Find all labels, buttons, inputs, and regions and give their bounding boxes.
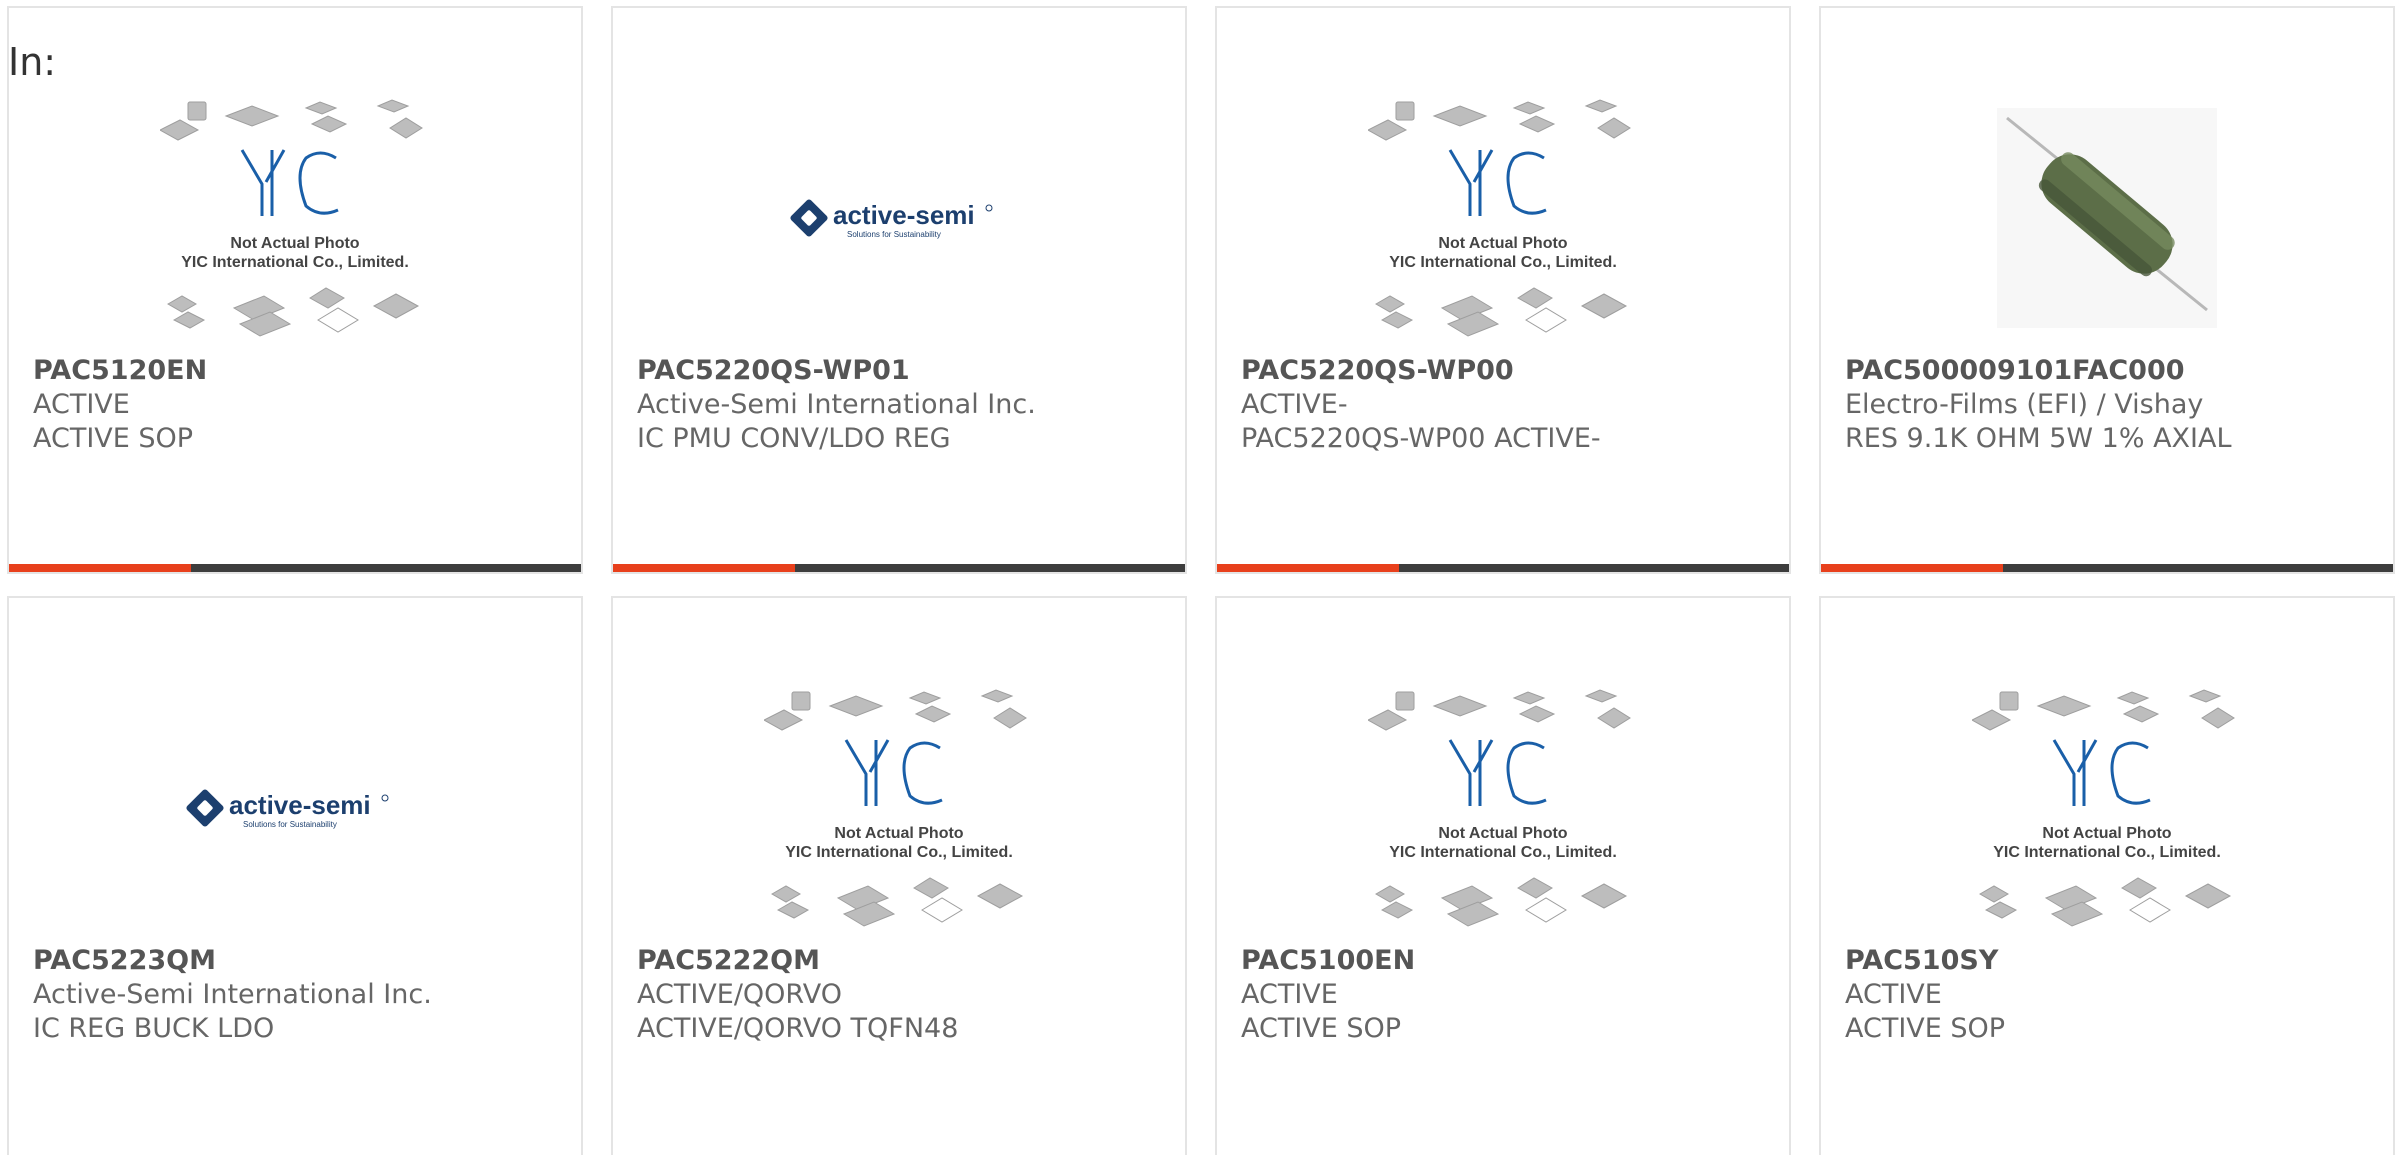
- product-info: PAC5220QS-WP01 Active-Semi International…: [637, 354, 1169, 456]
- product-image-placeholder[interactable]: Not Actual Photo YIC International Co., …: [1217, 92, 1789, 344]
- product-image-logo[interactable]: active-semi Solutions for Sustainability: [9, 682, 581, 934]
- product-image-photo[interactable]: [1821, 92, 2393, 344]
- part-number[interactable]: PAC5220QS-WP00: [1241, 354, 1773, 388]
- card-accent-bar: [1821, 564, 2003, 572]
- card-bottom-bar: [9, 564, 581, 572]
- brand-logo-tagline: Solutions for Sustainability: [243, 820, 337, 829]
- card-bottom-bar: [1217, 564, 1789, 572]
- product-card[interactable]: active-semi Solutions for Sustainability…: [611, 6, 1187, 574]
- product-info: PAC5100EN ACTIVE ACTIVE SOP: [1241, 944, 1773, 1046]
- active-semi-logo: active-semi Solutions for Sustainability: [186, 789, 389, 829]
- manufacturer: Electro-Films (EFI) / Vishay: [1845, 389, 2204, 420]
- axial-resistor-image: [1997, 108, 2217, 328]
- manufacturer: ACTIVE: [1241, 979, 1338, 1010]
- brand-logo-text: active-semi: [833, 200, 975, 230]
- card-accent-bar: [9, 564, 191, 572]
- product-card[interactable]: active-semi Solutions for Sustainability…: [7, 596, 583, 1155]
- part-number[interactable]: PAC510SY: [1845, 944, 2377, 978]
- part-number[interactable]: PAC500009101FAC000: [1845, 354, 2377, 388]
- brand-logo-tagline: Solutions for Sustainability: [847, 230, 941, 239]
- product-info: PAC500009101FAC000 Electro-Films (EFI) /…: [1845, 354, 2377, 456]
- product-card[interactable]: Not Actual Photo YIC International Co., …: [1819, 596, 2395, 1155]
- yic-placeholder-graphic: Not Actual Photo YIC International Co., …: [764, 689, 1027, 927]
- manufacturer: Active-Semi International Inc.: [33, 979, 432, 1010]
- yic-placeholder-graphic: Not Actual Photo YIC International Co., …: [1368, 99, 1631, 337]
- product-image-placeholder[interactable]: Not Actual Photo YIC International Co., …: [613, 682, 1185, 934]
- card-bottom-bar: [1821, 564, 2393, 572]
- product-grid-page: In: Not Actual Photo YIC International C…: [0, 0, 2400, 1155]
- product-info: PAC510SY ACTIVE ACTIVE SOP: [1845, 944, 2377, 1046]
- description: ACTIVE SOP: [1845, 1013, 2006, 1044]
- manufacturer: ACTIVE: [1845, 979, 1942, 1010]
- yic-placeholder-graphic: Not Actual Photo YIC International Co., …: [1972, 689, 2235, 927]
- part-number[interactable]: PAC5100EN: [1241, 944, 1773, 978]
- placeholder-caption-line2: YIC International Co., Limited.: [1389, 844, 1617, 861]
- description: ACTIVE/QORVO TQFN48: [637, 1013, 959, 1044]
- placeholder-caption-line2: YIC International Co., Limited.: [1389, 254, 1617, 271]
- placeholder-caption-line1: Not Actual Photo: [834, 825, 963, 842]
- description: ACTIVE SOP: [33, 423, 194, 454]
- placeholder-caption-line2: YIC International Co., Limited.: [181, 254, 409, 271]
- placeholder-caption-line2: YIC International Co., Limited.: [785, 844, 1013, 861]
- description: IC PMU CONV/LDO REG: [637, 423, 951, 454]
- active-semi-logo: active-semi Solutions for Sustainability: [790, 199, 993, 239]
- product-image-placeholder[interactable]: Not Actual Photo YIC International Co., …: [1217, 682, 1789, 934]
- product-info: PAC5220QS-WP00 ACTIVE- PAC5220QS-WP00 AC…: [1241, 354, 1773, 456]
- placeholder-caption-line1: Not Actual Photo: [1438, 235, 1567, 252]
- product-card[interactable]: Not Actual Photo YIC International Co., …: [1215, 6, 1791, 574]
- placeholder-caption-line1: Not Actual Photo: [2042, 825, 2171, 842]
- part-number[interactable]: PAC5220QS-WP01: [637, 354, 1169, 388]
- filter-in-label: In:: [8, 40, 57, 84]
- part-number[interactable]: PAC5222QM: [637, 944, 1169, 978]
- description: RES 9.1K OHM 5W 1% AXIAL: [1845, 423, 2232, 454]
- product-image-placeholder[interactable]: Not Actual Photo YIC International Co., …: [9, 92, 581, 344]
- product-image-placeholder[interactable]: Not Actual Photo YIC International Co., …: [1821, 682, 2393, 934]
- product-info: PAC5222QM ACTIVE/QORVO ACTIVE/QORVO TQFN…: [637, 944, 1169, 1046]
- product-info: PAC5223QM Active-Semi International Inc.…: [33, 944, 565, 1046]
- product-card[interactable]: Not Actual Photo YIC International Co., …: [1215, 596, 1791, 1155]
- manufacturer: ACTIVE: [33, 389, 130, 420]
- placeholder-caption-line1: Not Actual Photo: [1438, 825, 1567, 842]
- placeholder-caption-line2: YIC International Co., Limited.: [1993, 844, 2221, 861]
- yic-placeholder-graphic: Not Actual Photo YIC International Co., …: [1368, 689, 1631, 927]
- part-number[interactable]: PAC5120EN: [33, 354, 565, 388]
- part-number[interactable]: PAC5223QM: [33, 944, 565, 978]
- brand-logo-text: active-semi: [229, 790, 371, 820]
- product-card[interactable]: Not Actual Photo YIC International Co., …: [611, 596, 1187, 1155]
- card-bottom-bar: [613, 564, 1185, 572]
- product-card[interactable]: PAC500009101FAC000 Electro-Films (EFI) /…: [1819, 6, 2395, 574]
- manufacturer: Active-Semi International Inc.: [637, 389, 1036, 420]
- placeholder-caption-line1: Not Actual Photo: [230, 235, 359, 252]
- description: PAC5220QS-WP00 ACTIVE-: [1241, 423, 1601, 454]
- manufacturer: ACTIVE/QORVO: [637, 979, 842, 1010]
- product-image-logo[interactable]: active-semi Solutions for Sustainability: [613, 92, 1185, 344]
- description: ACTIVE SOP: [1241, 1013, 1402, 1044]
- yic-placeholder-graphic: Not Actual Photo YIC International Co., …: [160, 99, 423, 337]
- card-accent-bar: [613, 564, 795, 572]
- product-card[interactable]: Not Actual Photo YIC International Co., …: [7, 6, 583, 574]
- card-accent-bar: [1217, 564, 1399, 572]
- manufacturer: ACTIVE-: [1241, 389, 1348, 420]
- description: IC REG BUCK LDO: [33, 1013, 275, 1044]
- product-info: PAC5120EN ACTIVE ACTIVE SOP: [33, 354, 565, 456]
